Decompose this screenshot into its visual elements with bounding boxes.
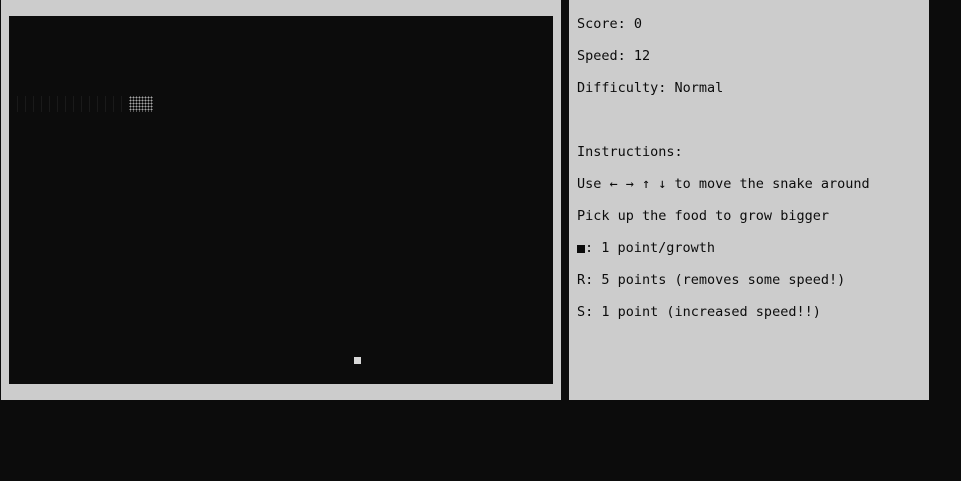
- game-panel: [1, 0, 561, 400]
- snake-segment: [17, 96, 25, 112]
- instruction-move: Use ← → ↑ ↓ to move the snake around: [577, 176, 870, 192]
- difficulty-value: Normal: [674, 80, 724, 96]
- instruction-grow: Pick up the food to grow bigger: [577, 208, 829, 224]
- difficulty-line: Difficulty: Normal: [577, 79, 723, 97]
- game-screen: Score: 0 Speed: 12 Difficulty: Normal In…: [0, 0, 961, 481]
- snake-segment: [105, 96, 113, 112]
- food-s-line: S: 1 point (increased speed!!): [577, 304, 821, 320]
- snake-segment: [97, 96, 105, 112]
- snake-segment: [73, 96, 81, 112]
- score-label: Score:: [577, 16, 634, 32]
- black-square-icon: [577, 245, 585, 253]
- game-board[interactable]: [9, 16, 553, 384]
- snake-segment: [49, 96, 57, 112]
- speed-line: Speed: 12: [577, 47, 650, 65]
- instructions-heading: Instructions:: [577, 144, 683, 160]
- score-line: Score: 0: [577, 15, 642, 33]
- snake-segment: [89, 96, 97, 112]
- food-r-line: R: 5 points (removes some speed!): [577, 272, 846, 288]
- food-normal-text: : 1 point/growth: [585, 240, 716, 256]
- score-value: 0: [633, 16, 643, 32]
- difficulty-label: Difficulty:: [577, 80, 675, 96]
- snake-segment: [41, 96, 49, 112]
- snake-segment: [65, 96, 73, 112]
- food-item: [354, 357, 361, 364]
- snake-segment: [81, 96, 89, 112]
- snake-segment: [33, 96, 41, 112]
- snake-segment: [57, 96, 65, 112]
- food-normal-line: : 1 point/growth: [577, 239, 715, 257]
- snake-head: [129, 96, 153, 112]
- snake-segment: [113, 96, 121, 112]
- info-panel: Score: 0 Speed: 12 Difficulty: Normal In…: [569, 0, 929, 400]
- speed-label: Speed:: [577, 48, 634, 64]
- snake-segment: [25, 96, 33, 112]
- speed-value: 12: [633, 48, 651, 64]
- snake-segment: [121, 96, 129, 112]
